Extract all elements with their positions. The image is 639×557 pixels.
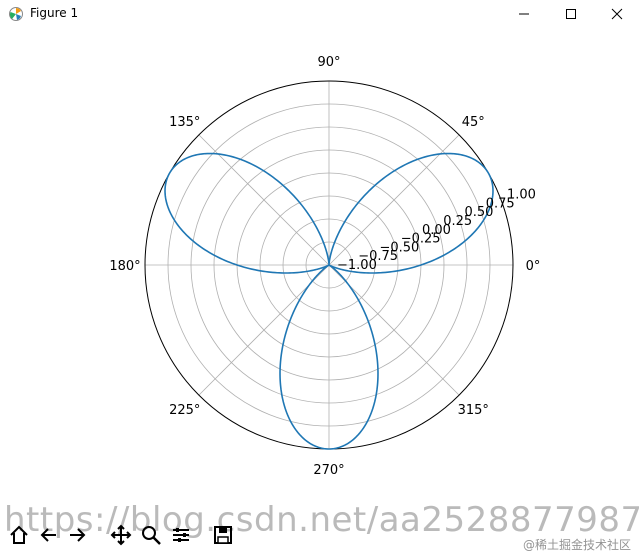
- angle-tick-label: 225°: [169, 403, 200, 418]
- zoom-icon: [142, 526, 161, 545]
- corner-watermark: @稀土掘金技术社区: [522, 538, 631, 552]
- pan-icon: [110, 524, 132, 546]
- angle-tick-label: 45°: [462, 115, 485, 130]
- save-icon: [214, 526, 232, 544]
- configure-subplots-button[interactable]: [168, 522, 194, 548]
- save-button[interactable]: [210, 522, 236, 548]
- radial-tick-label: 1.00: [507, 188, 536, 203]
- angle-tick-label: 90°: [317, 55, 340, 70]
- window-titlebar: Figure 1: [0, 0, 639, 28]
- angle-tick-label: 315°: [458, 403, 489, 418]
- minimize-icon: [519, 13, 529, 15]
- matplotlib-icon: [8, 6, 24, 22]
- back-button[interactable]: [36, 522, 62, 548]
- close-icon: [611, 8, 623, 20]
- polar-plot: 0°45°90°135°180°225°270°315°−1.00−0.75−0…: [109, 55, 541, 478]
- maximize-button[interactable]: [548, 0, 594, 28]
- configure-icon: [173, 528, 189, 542]
- forward-button[interactable]: [64, 522, 90, 548]
- zoom-button[interactable]: [138, 522, 164, 548]
- forward-icon: [70, 528, 86, 542]
- window-title: Figure 1: [30, 6, 79, 20]
- angle-tick-label: 0°: [526, 259, 541, 274]
- home-icon: [10, 525, 28, 544]
- angle-tick-label: 135°: [169, 115, 200, 130]
- pan-button[interactable]: [108, 522, 134, 548]
- figure-canvas[interactable]: 0° 45° 90° 135° 180° 225° 270° 315° −1.00 −0.75 −0…: [0, 28, 639, 514]
- maximize-icon: [566, 9, 576, 19]
- back-icon: [40, 528, 56, 542]
- minimize-button[interactable]: [501, 0, 547, 28]
- close-button[interactable]: [594, 0, 639, 28]
- angle-tick-label: 270°: [313, 463, 344, 478]
- angle-tick-label: 180°: [109, 259, 140, 274]
- home-button[interactable]: [6, 522, 32, 548]
